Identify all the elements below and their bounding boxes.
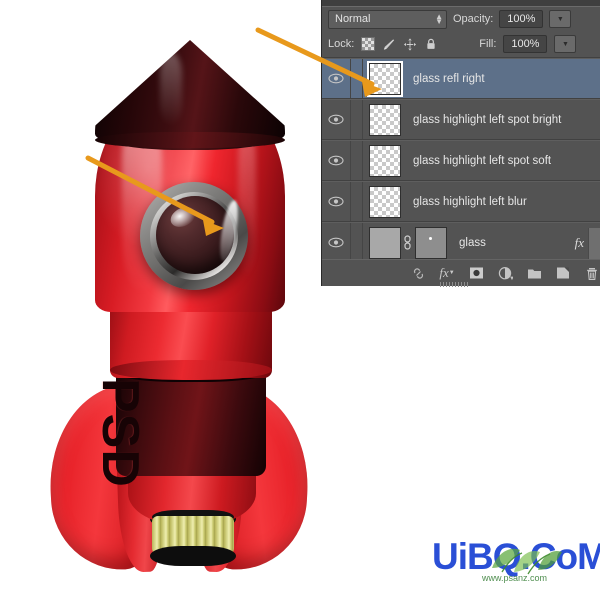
panel-bottom-toolbar: fx ▼ ▼ — [322, 259, 600, 287]
lock-position-move-icon[interactable] — [403, 37, 417, 51]
layer-visibility-toggle-4[interactable] — [322, 223, 351, 262]
panel-resize-grip[interactable] — [440, 282, 468, 287]
link-layers-icon[interactable] — [410, 265, 426, 281]
watermark-subtext: www.psanz.com — [482, 573, 548, 583]
lock-label: Lock: — [328, 38, 355, 50]
fill-input[interactable]: 100% — [503, 35, 548, 53]
eye-icon — [328, 73, 344, 84]
opacity-dropdown-icon[interactable]: ▼ — [549, 10, 572, 28]
rocket-nose-seam — [95, 132, 285, 148]
layer-list: glass refl right glass highlight left sp… — [322, 58, 600, 263]
layer-thumbnail-4[interactable] — [369, 226, 401, 259]
layer-row-glass[interactable]: glass fx ▼ — [322, 222, 600, 263]
blend-mode-value: Normal — [335, 13, 371, 25]
layer-mask-link-chain-icon[interactable] — [401, 235, 413, 250]
layer-link-column-3 — [351, 182, 363, 221]
panel-top-divider — [322, 0, 600, 7]
leaf-decoration-icon — [492, 548, 562, 575]
opacity-label: Opacity: — [453, 13, 494, 25]
layer-visibility-toggle-3[interactable] — [322, 182, 351, 221]
lock-transparency-checker-icon[interactable] — [361, 37, 376, 51]
layer-visibility-toggle-0[interactable] — [322, 59, 351, 98]
eye-icon — [328, 196, 344, 207]
fill-label: Fill: — [479, 38, 497, 50]
watermark: UiBQ.CoM www.psanz.com — [432, 536, 600, 586]
layer-thumbnail-3[interactable] — [369, 185, 401, 218]
lock-row: Lock: Fill: 100% ▼ — [322, 31, 600, 58]
fill-dropdown-icon[interactable]: ▼ — [554, 35, 577, 53]
lock-all-padlock-icon[interactable] — [424, 37, 438, 51]
rocket-body-text: PSD — [91, 378, 149, 488]
layer-link-column-2 — [351, 141, 363, 180]
layer-row-glass-highlight-left-spot-soft[interactable]: glass highlight left spot soft — [322, 140, 600, 181]
fx-icon: fx — [574, 234, 585, 250]
layer-link-column-0 — [351, 59, 363, 98]
panel-scrollbar-thumb[interactable] — [588, 228, 600, 260]
layer-link-column-4 — [351, 223, 363, 262]
eye-icon — [328, 237, 344, 248]
rocket-nozzle-bottom — [150, 546, 236, 566]
layer-visibility-toggle-2[interactable] — [322, 141, 351, 180]
lock-image-brush-icon[interactable] — [382, 37, 396, 51]
layer-name-4[interactable]: glass — [459, 237, 486, 249]
chevron-updown-icon: ▲ ▼ — [435, 12, 443, 26]
blend-mode-row: Normal ▲ ▼ Opacity: 100% ▼ — [322, 7, 600, 31]
layer-row-glass-highlight-left-blur[interactable]: glass highlight left blur — [322, 181, 600, 222]
layer-style-fx-icon[interactable]: fx ▼ — [439, 265, 455, 281]
rocket-illustration: PSD — [0, 0, 330, 600]
eye-icon — [328, 155, 344, 166]
svg-text:▼: ▼ — [509, 276, 513, 281]
layer-row-glass-refl-right[interactable]: glass refl right — [322, 58, 600, 99]
layer-name-1[interactable]: glass highlight left spot bright — [413, 114, 561, 126]
rocket-body-ring — [110, 360, 272, 380]
delete-layer-trash-icon[interactable] — [584, 265, 600, 281]
layer-thumbnail-2[interactable] — [369, 144, 401, 177]
layer-thumbnail-1[interactable] — [369, 103, 401, 136]
adjustment-layer-icon[interactable]: ▼ — [497, 265, 513, 281]
new-layer-icon[interactable] — [555, 265, 571, 281]
rocket-nose-gloss — [160, 52, 182, 126]
opacity-input[interactable]: 100% — [499, 10, 544, 28]
layer-name-0[interactable]: glass refl right — [413, 73, 485, 85]
layer-name-3[interactable]: glass highlight left blur — [413, 196, 527, 208]
layer-visibility-toggle-1[interactable] — [322, 100, 351, 139]
layer-thumbnail-0[interactable] — [369, 62, 401, 95]
layer-link-column-1 — [351, 100, 363, 139]
add-layer-mask-icon[interactable] — [468, 265, 484, 281]
new-group-folder-icon[interactable] — [526, 265, 542, 281]
layer-row-glass-highlight-left-spot-bright[interactable]: glass highlight left spot bright — [322, 99, 600, 140]
eye-icon — [328, 114, 344, 125]
layer-mask-thumbnail-4[interactable] — [415, 226, 447, 259]
photoshop-layers-panel: Normal ▲ ▼ Opacity: 100% ▼ Lock: Fill: 10… — [322, 0, 600, 287]
blend-mode-select[interactable]: Normal ▲ ▼ — [328, 9, 447, 29]
screenshot-canvas: PSD Normal ▲ ▼ Opacity: 100% ▼ Lock: Fil… — [0, 0, 600, 600]
layer-name-2[interactable]: glass highlight left spot soft — [413, 155, 551, 167]
